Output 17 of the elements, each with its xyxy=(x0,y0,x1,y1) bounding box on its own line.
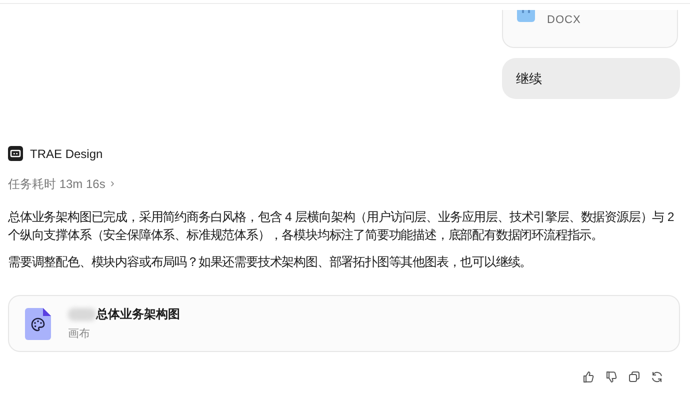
thumbs-up-icon[interactable] xyxy=(581,370,595,384)
copy-icon[interactable] xyxy=(627,370,641,384)
agent-name: TRAE Design xyxy=(30,146,103,160)
thumbs-down-icon[interactable] xyxy=(604,370,618,384)
task-duration-link[interactable]: 任务耗时 13m 16s › xyxy=(8,176,114,193)
refresh-icon[interactable] xyxy=(650,370,664,384)
user-message: 继续 xyxy=(502,58,680,99)
attachment-card[interactable]: DOCX xyxy=(502,10,678,48)
reply-paragraph: 需要调整配色、模块内容或布局吗？如果还需要技术架构图、部署拓扑图等其他图表，也可以继续。 xyxy=(8,254,533,271)
file-title: 总体业务架构图 xyxy=(96,306,180,323)
reply-paragraph: 总体业务架构图已完成，采用简约商务白风格，包含 4 层横向架构（用户访问层、业务应用层、技术引擎层、数据资源层）与 2 个纵向支撑体系（安全保障体系、标准规范体系），各模块均标注了简要功能描述，底部配有数据闭环流程指示。 xyxy=(8,209,676,244)
file-type: DOCX xyxy=(547,14,581,26)
file-card[interactable]: 总体业务架构图 画布 xyxy=(8,295,680,352)
palette-file-icon xyxy=(25,308,51,340)
agent-logo-icon xyxy=(8,146,23,161)
file-type: 画布 xyxy=(68,327,90,341)
document-icon xyxy=(517,10,535,22)
